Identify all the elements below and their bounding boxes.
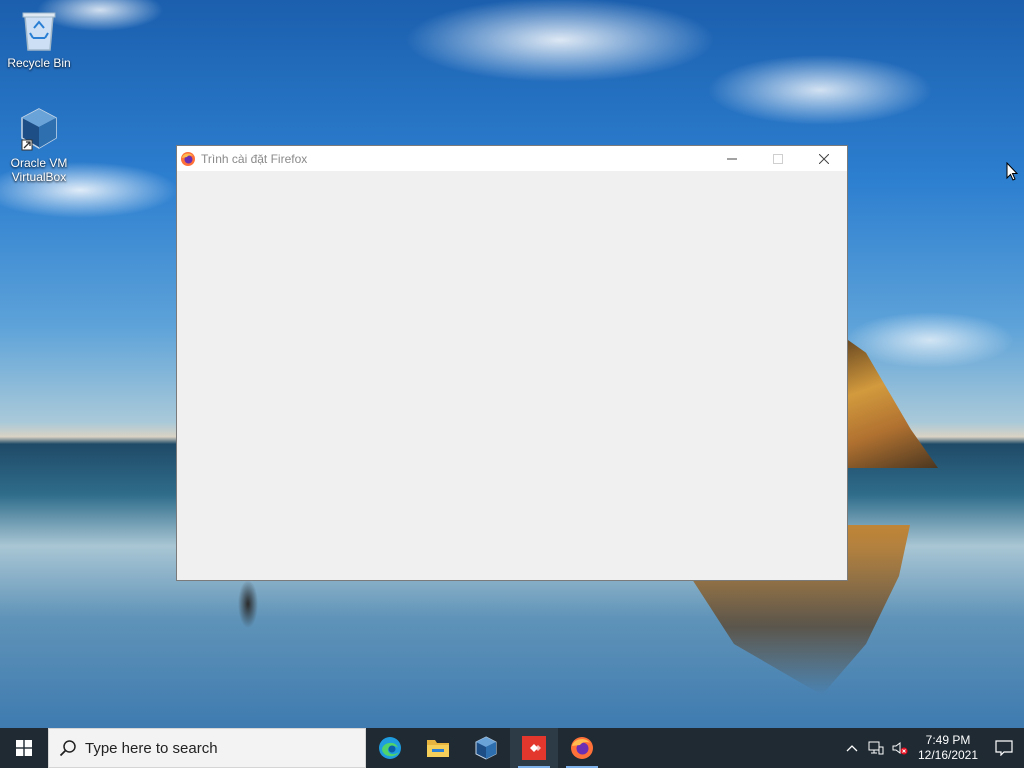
maximize-icon bbox=[773, 153, 783, 164]
taskbar: Type here to search 7:49 PM 12/16/2021 bbox=[0, 728, 1024, 768]
minimize-icon bbox=[727, 158, 737, 159]
maximize-button[interactable] bbox=[755, 146, 801, 171]
desktop-icon-label: Oracle VM VirtualBox bbox=[10, 156, 68, 184]
mouse-cursor-icon bbox=[1006, 162, 1018, 181]
desktop-icon-label: Recycle Bin bbox=[7, 56, 71, 70]
windows-logo-icon bbox=[16, 740, 32, 756]
virtualbox-icon bbox=[475, 736, 497, 760]
firefox-icon bbox=[571, 737, 593, 759]
desktop-icon-virtualbox[interactable]: Oracle VM VirtualBox bbox=[1, 106, 77, 184]
taskbar-search-box[interactable]: Type here to search bbox=[48, 728, 366, 768]
clock-time: 7:49 PM bbox=[925, 733, 971, 747]
taskbar-app-firefox[interactable] bbox=[558, 728, 606, 768]
desktop-icon-recycle-bin[interactable]: Recycle Bin bbox=[1, 8, 77, 70]
network-icon bbox=[868, 741, 884, 755]
notification-icon bbox=[995, 740, 1013, 756]
taskbar-app-edge[interactable] bbox=[366, 728, 414, 768]
action-center-button[interactable] bbox=[984, 728, 1024, 768]
system-tray: 7:49 PM 12/16/2021 bbox=[840, 728, 1024, 768]
virtualbox-icon bbox=[21, 108, 57, 151]
window-title: Trình cài đặt Firefox bbox=[201, 151, 308, 166]
tray-volume-button[interactable] bbox=[888, 728, 912, 768]
chevron-up-icon bbox=[846, 745, 858, 752]
wallpaper-figure bbox=[232, 580, 264, 630]
edge-icon bbox=[379, 737, 401, 759]
close-icon bbox=[819, 153, 829, 164]
taskbar-app-file-explorer[interactable] bbox=[414, 728, 462, 768]
minimize-button[interactable] bbox=[709, 146, 755, 171]
folder-icon bbox=[427, 740, 449, 757]
window-content bbox=[177, 171, 847, 580]
recycle-bin-icon bbox=[22, 12, 56, 51]
taskbar-clock[interactable]: 7:49 PM 12/16/2021 bbox=[912, 733, 984, 763]
taskbar-app-virtualbox[interactable] bbox=[462, 728, 510, 768]
search-icon bbox=[59, 739, 77, 757]
firefox-icon bbox=[181, 151, 195, 166]
start-button[interactable] bbox=[0, 728, 48, 768]
clock-date: 12/16/2021 bbox=[917, 748, 979, 762]
tray-network-button[interactable] bbox=[864, 728, 888, 768]
taskbar-app-anydesk[interactable] bbox=[510, 728, 558, 768]
volume-muted-icon bbox=[892, 742, 908, 755]
window-titlebar[interactable]: Trình cài đặt Firefox bbox=[177, 146, 847, 171]
close-button[interactable] bbox=[801, 146, 847, 171]
firefox-installer-window[interactable]: Trình cài đặt Firefox bbox=[176, 145, 848, 581]
anydesk-icon bbox=[522, 736, 546, 760]
wallpaper-cliff bbox=[848, 340, 938, 468]
search-placeholder: Type here to search bbox=[85, 739, 218, 757]
tray-overflow-button[interactable] bbox=[840, 728, 864, 768]
